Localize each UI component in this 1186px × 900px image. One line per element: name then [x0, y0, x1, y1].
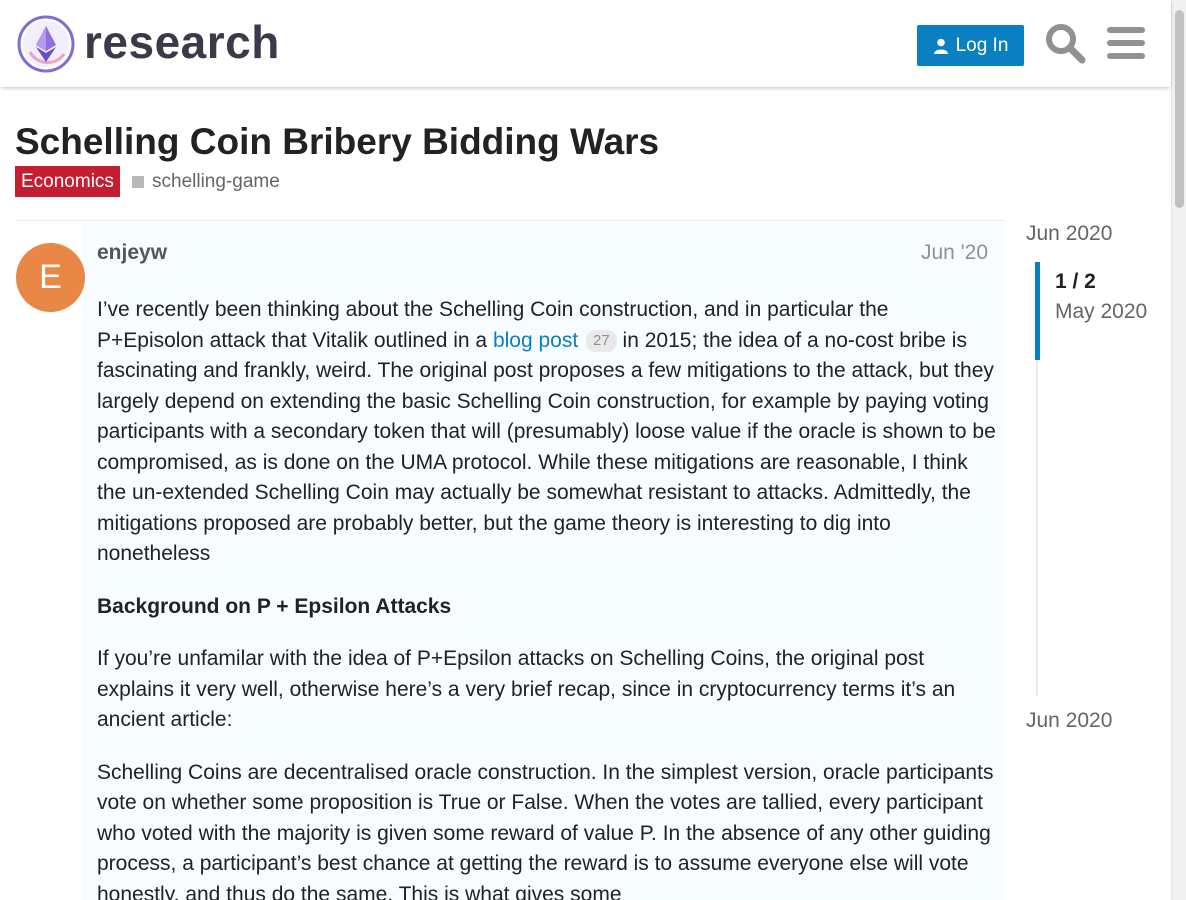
post-paragraph: I’ve recently been thinking about the Sc…	[97, 295, 997, 570]
search-icon[interactable]	[1044, 22, 1086, 64]
topic-title[interactable]: Schelling Coin Bribery Bidding Wars	[15, 120, 659, 164]
post-paragraph: Schelling Coins are decentralised oracle…	[97, 760, 994, 900]
post-date[interactable]: Jun '20	[880, 239, 988, 267]
user-icon	[933, 38, 948, 54]
ethereum-logo[interactable]	[16, 14, 76, 74]
link-click-count: 27	[586, 329, 617, 352]
timeline-handle[interactable]	[1035, 262, 1040, 360]
scrollbar-thumb[interactable]	[1175, 10, 1184, 208]
section-heading: Background on P + Epsilon Attacks	[97, 594, 452, 618]
avatar[interactable]: E	[16, 243, 85, 312]
login-button[interactable]: Log In	[917, 25, 1024, 66]
tag-label: schelling-game	[152, 170, 280, 192]
page-scrollbar[interactable]	[1171, 0, 1186, 900]
timeline-end-date[interactable]: Jun 2020	[1026, 707, 1112, 735]
tag-square-icon	[132, 175, 144, 188]
avatar-letter: E	[39, 258, 62, 296]
post-username[interactable]: enjeyw	[97, 239, 167, 267]
post-paragraph: If you’re unfamilar with the idea of P+E…	[97, 647, 956, 731]
timeline-position: 1 / 2	[1055, 270, 1096, 293]
topic-tag[interactable]: schelling-game	[132, 166, 280, 197]
post-body: I’ve recently been thinking about the Sc…	[97, 295, 997, 900]
paragraph-text: in 2015; the idea of a no-cost bribe is …	[97, 328, 996, 566]
title-divider	[15, 220, 1004, 221]
timeline-start-date[interactable]: Jun 2020	[1026, 220, 1112, 248]
category-badge[interactable]: Economics	[15, 166, 120, 197]
site-header: research Log In	[0, 0, 1171, 87]
hamburger-menu-icon[interactable]	[1107, 26, 1145, 60]
blog-post-link[interactable]: blog post	[493, 329, 578, 352]
site-name[interactable]: research	[84, 14, 280, 70]
login-label: Log In	[955, 34, 1009, 56]
timeline-position-date: May 2020	[1055, 300, 1148, 323]
